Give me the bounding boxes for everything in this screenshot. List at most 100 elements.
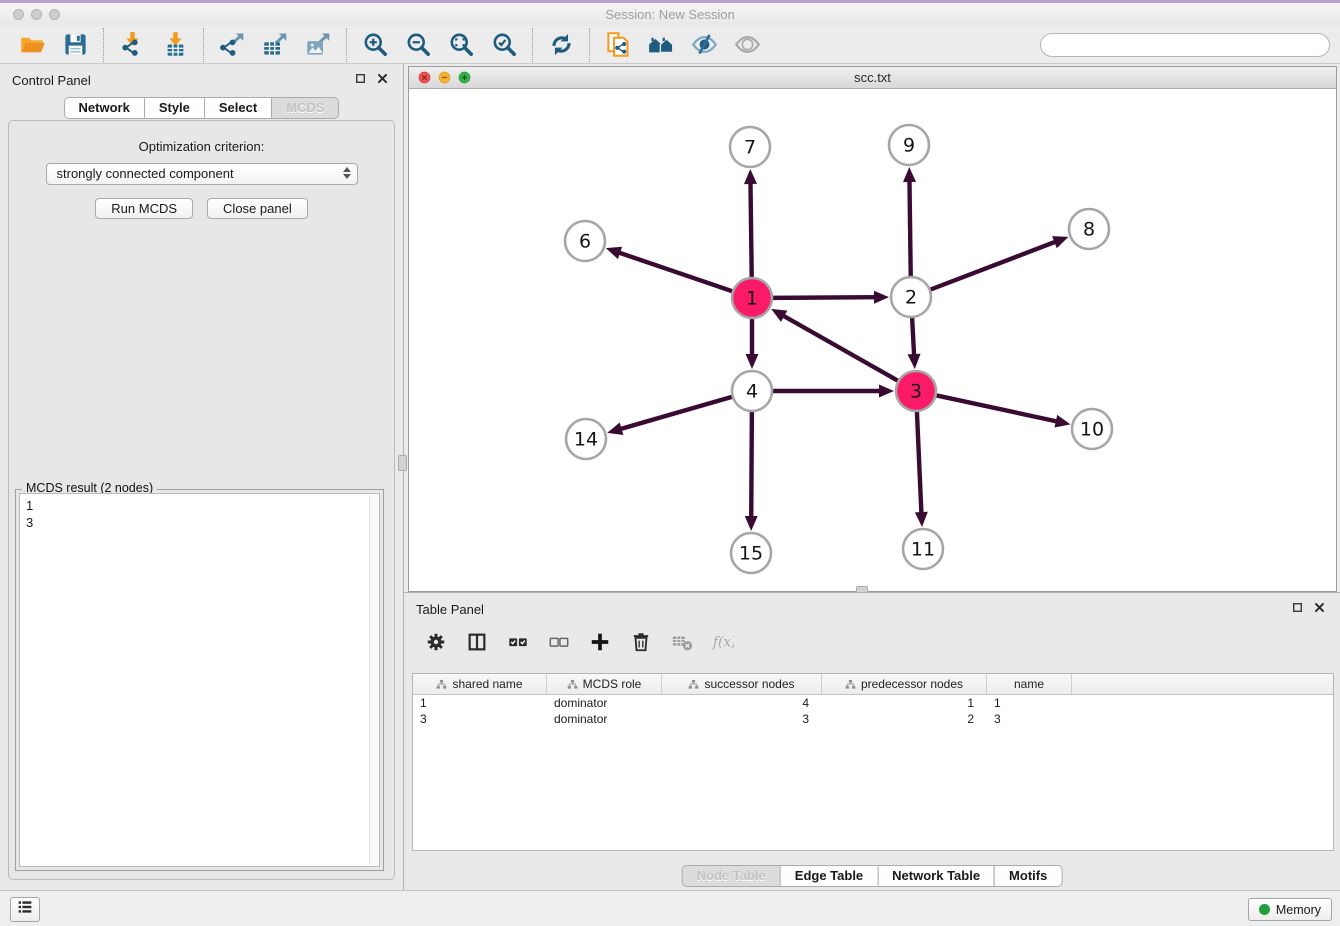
graph-node-label: 14 bbox=[574, 429, 598, 451]
run-mcds-button[interactable]: Run MCDS bbox=[95, 198, 193, 219]
table-tab-motifs[interactable]: Motifs bbox=[994, 865, 1062, 887]
tab-select[interactable]: Select bbox=[204, 97, 272, 119]
optimization-dropdown[interactable]: strongly connected component bbox=[46, 163, 358, 185]
graph-edge-2-9[interactable] bbox=[909, 180, 910, 276]
table-toolbar: f(x) bbox=[424, 627, 735, 657]
open-network-file-icon[interactable] bbox=[604, 31, 632, 59]
graph-edge-1-6[interactable] bbox=[618, 252, 732, 291]
table-cell[interactable]: dominator bbox=[547, 695, 662, 711]
graph-edge-arrowhead bbox=[745, 516, 758, 531]
zoom-fit-icon[interactable] bbox=[447, 31, 475, 59]
tab-style[interactable]: Style bbox=[144, 97, 205, 119]
graph-edge-1-2[interactable] bbox=[773, 297, 876, 298]
column-header-predecessor-nodes[interactable]: predecessor nodes bbox=[822, 674, 987, 694]
shared-column-icon bbox=[845, 679, 856, 690]
column-header-MCDS-role[interactable]: MCDS role bbox=[547, 674, 662, 694]
mcds-result-text[interactable]: 13 bbox=[19, 493, 380, 867]
graph-edge-arrowhead bbox=[874, 291, 889, 304]
memory-label: Memory bbox=[1276, 903, 1321, 917]
table-cell[interactable]: 1 bbox=[413, 695, 547, 711]
main-toolbar bbox=[0, 26, 1340, 64]
graph-edge-arrowhead bbox=[607, 422, 623, 434]
memory-button[interactable]: Memory bbox=[1248, 898, 1332, 921]
table-tab-edge-table[interactable]: Edge Table bbox=[780, 865, 878, 887]
column-header-successor-nodes[interactable]: successor nodes bbox=[662, 674, 822, 694]
table-header-row: shared name MCDS role successor nodesprede… bbox=[413, 674, 1333, 695]
graph-node-label: 1 bbox=[746, 288, 758, 310]
optimization-label: Optimization criterion: bbox=[9, 139, 394, 154]
tab-network[interactable]: Network bbox=[64, 97, 145, 119]
float-panel-icon[interactable] bbox=[354, 72, 367, 90]
table-row[interactable]: 3dominator323 bbox=[413, 711, 1333, 727]
refresh-icon[interactable] bbox=[547, 31, 575, 59]
table-panel-title: Table Panel bbox=[416, 602, 484, 617]
network-canvas[interactable]: 1234678910111415 bbox=[409, 89, 1336, 591]
graph-edge-2-3[interactable] bbox=[912, 318, 914, 356]
vertical-splitter-grip[interactable] bbox=[398, 455, 407, 471]
titlebar[interactable]: Session: New Session bbox=[0, 3, 1340, 26]
graph-edge-2-8[interactable] bbox=[931, 241, 1057, 289]
table-row[interactable]: 1dominator411 bbox=[413, 695, 1333, 711]
control-panel: Control Panel NetworkStyleSelectMCDS Opt… bbox=[0, 64, 404, 890]
export-table-icon[interactable] bbox=[261, 31, 289, 59]
column-header-name[interactable]: name bbox=[987, 674, 1072, 694]
graph-node-label: 8 bbox=[1083, 219, 1095, 241]
tab-mcds[interactable]: MCDS bbox=[271, 97, 339, 119]
zoom-selected-icon[interactable] bbox=[490, 31, 518, 59]
graph-node-label: 3 bbox=[910, 381, 922, 403]
chevron-updown-icon bbox=[343, 167, 351, 179]
open-session-icon[interactable] bbox=[18, 31, 46, 59]
status-bar: Memory bbox=[0, 890, 1340, 926]
close-panel-icon[interactable] bbox=[376, 72, 389, 90]
columns-icon[interactable] bbox=[465, 630, 489, 654]
table-cell[interactable]: 1 bbox=[822, 695, 987, 711]
table-cell[interactable]: 3 bbox=[987, 711, 1072, 727]
graph-edge-1-7[interactable] bbox=[750, 182, 751, 277]
graph-edge-3-10[interactable] bbox=[937, 395, 1058, 421]
close-panel-button[interactable]: Close panel bbox=[207, 198, 308, 219]
graph-edge-arrowhead bbox=[908, 354, 921, 369]
trash-icon[interactable] bbox=[629, 630, 653, 654]
column-label: MCDS role bbox=[583, 677, 642, 691]
table-cell[interactable]: 3 bbox=[413, 711, 547, 727]
control-panel-tabs: NetworkStyleSelectMCDS bbox=[64, 97, 340, 119]
import-table-icon[interactable] bbox=[161, 31, 189, 59]
select-all-icon[interactable] bbox=[506, 630, 530, 654]
table-tab-network-table[interactable]: Network Table bbox=[877, 865, 995, 887]
eye-slash-icon[interactable] bbox=[690, 31, 718, 59]
eye-icon[interactable] bbox=[733, 31, 761, 59]
import-network-icon[interactable] bbox=[118, 31, 146, 59]
table-tabs: Node TableEdge TableNetwork TableMotifs bbox=[682, 865, 1063, 887]
network-window-titlebar[interactable]: scc.txt bbox=[409, 67, 1336, 89]
graph-edge-3-1[interactable] bbox=[782, 315, 897, 380]
graph-edge-3-11[interactable] bbox=[917, 412, 922, 514]
table-cell[interactable]: 2 bbox=[822, 711, 987, 727]
result-scrollbar[interactable] bbox=[369, 495, 378, 865]
table-cell[interactable]: 1 bbox=[987, 695, 1072, 711]
graph-edge-4-14[interactable] bbox=[620, 397, 732, 429]
column-header-shared-name[interactable]: shared name bbox=[413, 674, 547, 694]
shared-column-icon bbox=[567, 679, 578, 690]
zoom-out-icon[interactable] bbox=[404, 31, 432, 59]
search-input[interactable] bbox=[1055, 38, 1320, 53]
graph-edge-4-15[interactable] bbox=[751, 412, 752, 518]
graph-edge-arrowhead bbox=[746, 354, 759, 369]
table-cell[interactable]: dominator bbox=[547, 711, 662, 727]
gear-icon[interactable] bbox=[424, 630, 448, 654]
close-panel-icon[interactable] bbox=[1313, 601, 1326, 619]
graph-edge-arrowhead bbox=[903, 167, 916, 182]
deselect-all-icon[interactable] bbox=[547, 630, 571, 654]
add-icon[interactable] bbox=[588, 630, 612, 654]
table-tab-node-table[interactable]: Node Table bbox=[682, 865, 781, 887]
table-cell[interactable]: 4 bbox=[662, 695, 822, 711]
export-network-icon[interactable] bbox=[218, 31, 246, 59]
home-icon[interactable] bbox=[647, 31, 675, 59]
table-cell[interactable]: 3 bbox=[662, 711, 822, 727]
save-session-icon[interactable] bbox=[61, 31, 89, 59]
export-image-icon[interactable] bbox=[304, 31, 332, 59]
zoom-in-icon[interactable] bbox=[361, 31, 389, 59]
task-history-button[interactable] bbox=[10, 897, 40, 922]
float-panel-icon[interactable] bbox=[1291, 601, 1304, 619]
search-box[interactable] bbox=[1040, 33, 1330, 57]
dropdown-value: strongly connected component bbox=[57, 166, 234, 181]
